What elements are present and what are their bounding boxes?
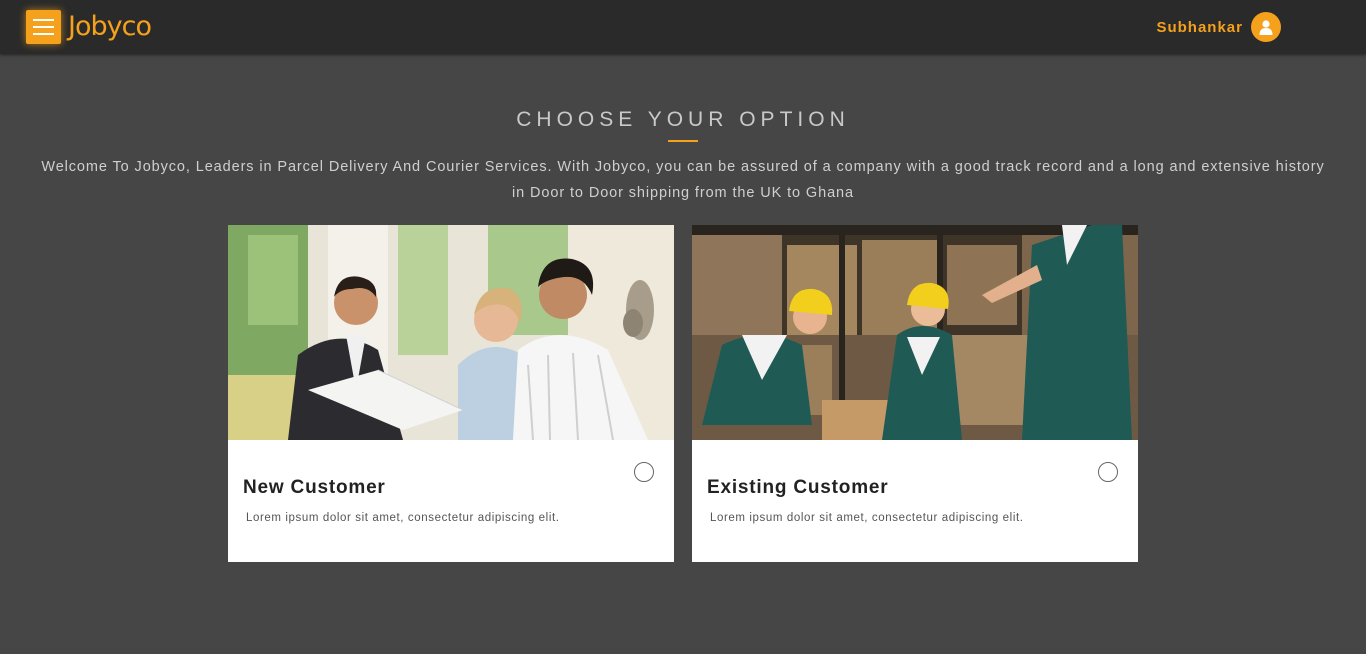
user-menu[interactable]: Subhankar	[1156, 12, 1281, 42]
intro-text: Welcome To Jobyco, Leaders in Parcel Del…	[41, 159, 1325, 201]
menu-bar-icon	[33, 33, 54, 35]
jobyco-logo[interactable]: Jobyco	[68, 9, 152, 45]
menu-bar-icon	[33, 19, 54, 21]
existing-customer-radio[interactable]	[1098, 462, 1118, 482]
menu-bar-icon	[33, 26, 54, 28]
warehouse-workers-photo	[692, 225, 1138, 440]
top-navbar: Jobyco Subhankar	[0, 0, 1366, 54]
title-underline	[668, 140, 698, 142]
user-name: Subhankar	[1156, 18, 1243, 36]
page-title: CHOOSE YOUR OPTION	[516, 108, 850, 131]
new-customer-card[interactable]: New Customer Lorem ipsum dolor sit amet,…	[228, 225, 674, 562]
existing-customer-title: Existing Customer	[707, 477, 889, 498]
new-customer-radio[interactable]	[634, 462, 654, 482]
new-customer-description: Lorem ipsum dolor sit amet, consectetur …	[246, 512, 560, 524]
hamburger-menu-button[interactable]	[26, 10, 61, 44]
existing-customer-description: Lorem ipsum dolor sit amet, consectetur …	[710, 512, 1024, 524]
user-avatar-icon	[1251, 12, 1281, 42]
business-meeting-photo	[228, 225, 674, 440]
new-customer-title: New Customer	[243, 477, 386, 498]
existing-customer-card[interactable]: Existing Customer Lorem ipsum dolor sit …	[692, 225, 1138, 562]
